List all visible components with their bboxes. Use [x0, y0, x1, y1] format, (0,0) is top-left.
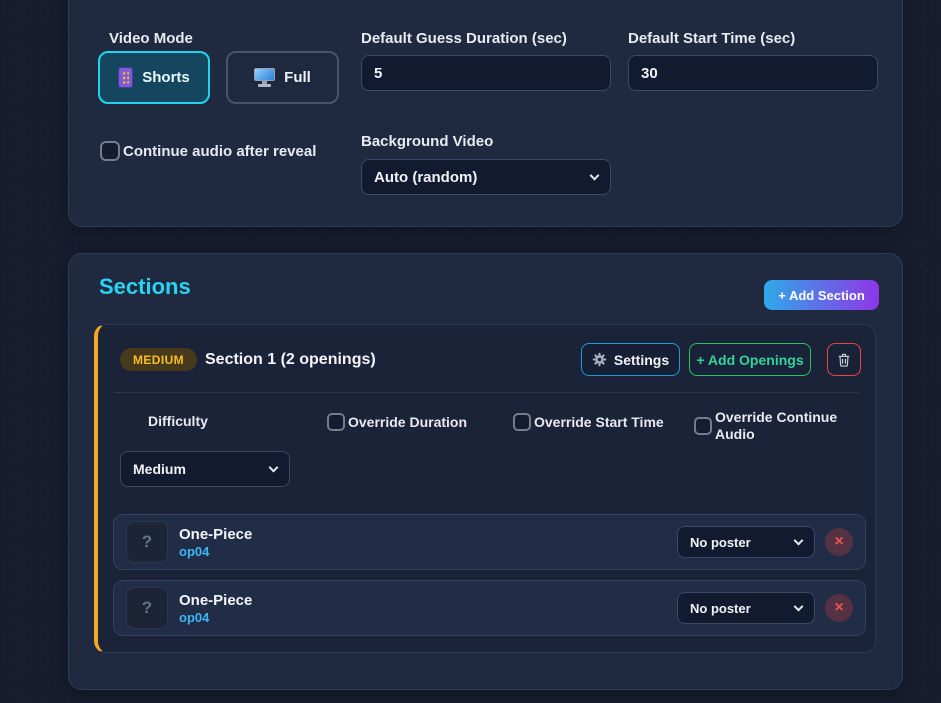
override-continue-audio-checkbox[interactable]	[694, 417, 712, 435]
override-start-time-checkbox[interactable]	[513, 413, 531, 431]
delete-section-button[interactable]	[827, 343, 861, 376]
override-continue-audio-label: Override Continue Audio	[715, 409, 841, 443]
continue-audio-label: Continue audio after reveal	[123, 143, 316, 160]
start-time-input[interactable]	[628, 55, 878, 91]
x-icon: ×	[834, 534, 843, 550]
full-button-label: Full	[284, 69, 311, 86]
global-settings-panel: Global Settings Video Mode Shorts Full D…	[68, 0, 903, 227]
override-start-time-label: Override Start Time	[534, 414, 664, 430]
difficulty-label: Difficulty	[148, 413, 208, 429]
background-video-label: Background Video	[361, 133, 493, 150]
opening-meta: One-Piece op04	[179, 526, 252, 559]
poster-select[interactable]: No poster	[677, 526, 815, 558]
opening-title: One-Piece	[179, 592, 252, 609]
sections-panel: Sections + Add Section MEDIUM Section 1 …	[68, 253, 903, 690]
continue-audio-checkbox[interactable]	[100, 141, 120, 161]
page: Global Settings Video Mode Shorts Full D…	[0, 0, 941, 703]
opening-row: ? One-Piece op04 No poster ×	[113, 514, 866, 570]
phone-icon	[118, 67, 133, 88]
override-duration-label: Override Duration	[348, 414, 467, 430]
poster-select-box: No poster	[677, 526, 815, 558]
settings-button-label: Settings	[614, 352, 669, 368]
remove-opening-button[interactable]: ×	[825, 528, 853, 556]
remove-opening-button[interactable]: ×	[825, 594, 853, 622]
opening-meta: One-Piece op04	[179, 592, 252, 625]
opening-row: ? One-Piece op04 No poster ×	[113, 580, 866, 636]
override-duration-checkbox[interactable]	[327, 413, 345, 431]
opening-code: op04	[179, 544, 252, 559]
poster-select-box: No poster	[677, 592, 815, 624]
override-start-time-row: Override Start Time	[513, 413, 664, 431]
continue-audio-checkbox-row: Continue audio after reveal	[100, 141, 316, 161]
background-video-select-box: Auto (random)	[361, 159, 611, 195]
shorts-button-label: Shorts	[142, 69, 190, 86]
video-mode-full-button[interactable]: Full	[226, 51, 339, 104]
background-video-select[interactable]: Auto (random)	[361, 159, 611, 195]
guess-duration-label: Default Guess Duration (sec)	[361, 30, 567, 47]
sections-title: Sections	[99, 274, 191, 300]
difficulty-badge: MEDIUM	[120, 348, 197, 371]
video-mode-shorts-button[interactable]: Shorts	[98, 51, 210, 104]
opening-code: op04	[179, 610, 252, 625]
difficulty-select-box: Medium	[120, 451, 290, 487]
gear-icon	[592, 352, 607, 367]
section-card: MEDIUM Section 1 (2 openings) Settings +…	[94, 324, 876, 653]
start-time-label: Default Start Time (sec)	[628, 30, 795, 47]
video-mode-label: Video Mode	[109, 30, 193, 47]
guess-duration-input[interactable]	[361, 55, 611, 91]
section-settings-button[interactable]: Settings	[581, 343, 680, 376]
opening-thumbnail-placeholder: ?	[126, 521, 168, 563]
opening-thumbnail-placeholder: ?	[126, 587, 168, 629]
trash-icon	[836, 352, 852, 368]
monitor-icon	[254, 68, 275, 88]
difficulty-select[interactable]: Medium	[120, 451, 290, 487]
override-duration-row: Override Duration	[327, 413, 467, 431]
add-openings-button[interactable]: + Add Openings	[689, 343, 811, 376]
add-section-button[interactable]: + Add Section	[764, 280, 879, 310]
opening-title: One-Piece	[179, 526, 252, 543]
x-icon: ×	[834, 600, 843, 616]
override-continue-audio-row: Override Continue Audio	[694, 409, 841, 443]
poster-select[interactable]: No poster	[677, 592, 815, 624]
section-header-divider	[114, 392, 859, 393]
section-title: Section 1 (2 openings)	[205, 351, 376, 369]
